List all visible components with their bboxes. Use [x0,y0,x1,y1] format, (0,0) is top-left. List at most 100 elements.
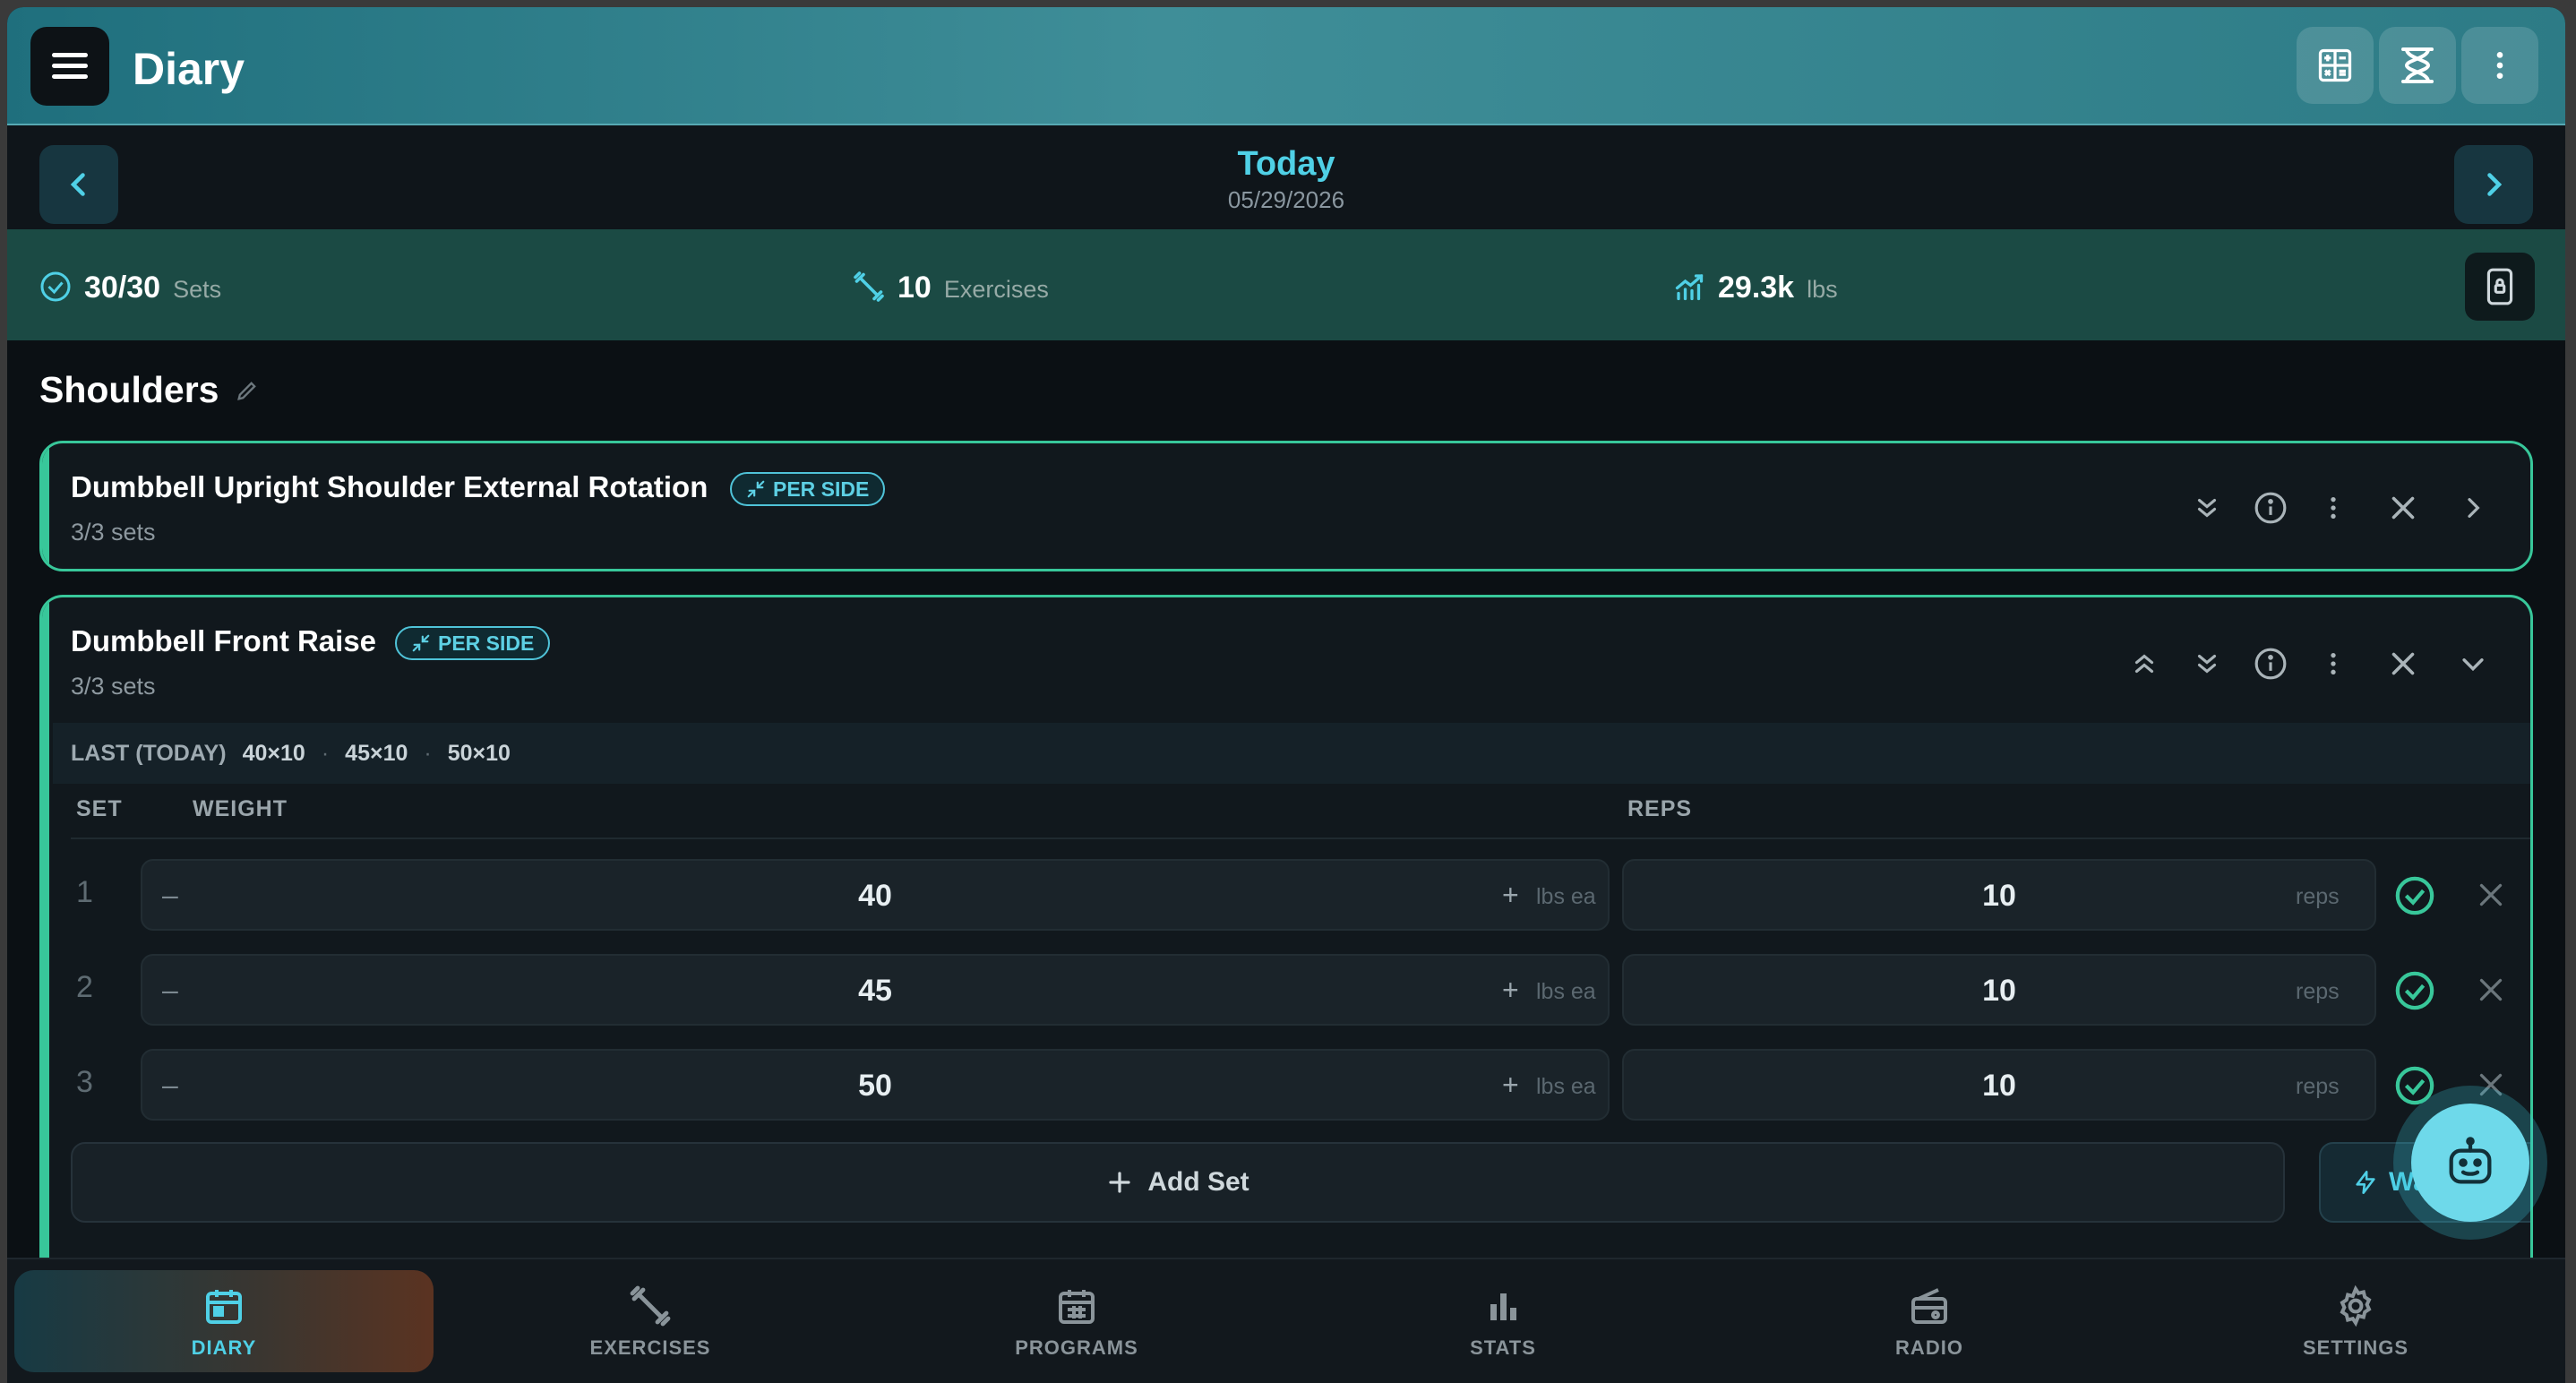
reps-unit: reps [2296,1074,2340,1099]
last-label: LAST (TODAY) [71,740,227,766]
reps-field[interactable]: 10 reps [1622,859,2376,931]
badge-label: PER SIDE [773,477,870,501]
calendar-icon [206,1290,242,1324]
last-value: 50×10 [447,740,511,766]
set-number: 3 [76,1065,93,1099]
move-down-button[interactable] [2187,488,2227,528]
reps-field[interactable]: 10 reps [1622,954,2376,1026]
reps-value[interactable]: 10 [1624,974,2374,1009]
assistant-fab[interactable] [2393,1086,2547,1240]
exercises-stat: 10 Exercises [853,265,1049,305]
reps-unit: reps [2296,979,2340,1004]
exercise-sets-count: 3/3 sets [71,673,156,700]
info-button[interactable] [2251,644,2290,683]
sets-stat: 30/30 Sets [39,265,221,305]
remove-exercise-button[interactable] [2383,488,2423,528]
weight-field[interactable]: – 40 + lbs ea [141,859,1610,931]
expand-button[interactable] [2453,488,2493,528]
app-title: Diary [133,44,245,94]
separator: · [321,740,330,766]
remove-exercise-button[interactable] [2383,644,2423,683]
pencil-icon[interactable] [235,378,260,403]
nav-settings[interactable]: SETTINGS [2146,1259,2565,1383]
section-header: Shoulders [39,369,260,411]
phone-lock-icon [2486,268,2513,305]
hourglass-icon [2401,47,2434,83]
more-options-button[interactable] [2461,27,2538,104]
check-circle-icon[interactable] [2394,970,2435,1011]
exercise-card[interactable]: Dumbbell Upright Shoulder External Rotat… [39,441,2533,571]
increment-weight-button[interactable]: + [1502,1069,1519,1102]
increment-weight-button[interactable]: + [1502,974,1519,1007]
move-up-button[interactable] [2125,644,2164,683]
next-day-button[interactable] [2454,145,2533,224]
weight-field[interactable]: – 50 + lbs ea [141,1049,1610,1121]
exercise-menu-button[interactable] [2314,644,2353,683]
set-column-header: SET [76,796,123,821]
volume-value: 29.3k [1718,271,1795,305]
move-down-button[interactable] [2187,644,2227,683]
reps-column-header: REPS [1627,796,1693,821]
weight-value[interactable]: 40 [142,879,1608,914]
sets-value: 30/30 [84,271,161,305]
nav-label: SETTINGS [2302,1336,2409,1359]
weight-field[interactable]: – 45 + lbs ea [141,954,1610,1026]
set-row: 3 – 50 + lbs ea 10 reps [53,1049,2530,1121]
date-navigation: Today 05/29/2026 [7,125,2565,229]
reps-field[interactable]: 10 reps [1622,1049,2376,1121]
check-circle-icon[interactable] [2394,875,2435,916]
reps-value[interactable]: 10 [1624,879,2374,914]
nav-label: PROGRAMS [1015,1336,1138,1359]
gear-icon [2340,1284,2372,1327]
dumbbell-icon [854,271,884,302]
date-subtitle: 05/29/2026 [1227,186,1345,213]
weight-value[interactable]: 50 [142,1069,1608,1104]
exercise-name: Dumbbell Upright Shoulder External Rotat… [71,470,708,503]
weight-column-header: WEIGHT [193,796,288,821]
close-icon[interactable] [2475,879,2507,911]
info-icon [2254,648,2287,680]
sets-label: Sets [173,276,222,303]
trending-up-icon [1675,274,1704,301]
nav-programs[interactable]: PROGRAMS [867,1259,1286,1383]
timer-button[interactable] [2379,27,2456,104]
collapse-button[interactable] [2453,644,2493,683]
menu-button[interactable] [30,27,109,106]
increment-weight-button[interactable]: + [1502,879,1519,912]
nav-label: STATS [1470,1336,1536,1359]
nav-exercises[interactable]: EXERCISES [441,1259,860,1383]
calculator-button[interactable] [2297,27,2374,104]
info-icon [2254,492,2287,524]
weight-unit: lbs ea [1536,1074,1596,1099]
info-button[interactable] [2251,488,2290,528]
per-side-badge: PER SIDE [395,626,551,660]
lightning-icon [2356,1171,2375,1194]
set-row: 1 – 40 + lbs ea 10 reps [53,859,2530,931]
arrows-in-icon [412,634,430,652]
close-icon[interactable] [2475,974,2507,1006]
nav-radio[interactable]: RADIO [1720,1259,2139,1383]
volume-stat: 29.3k lbs [1673,265,1838,305]
exercise-card-expanded[interactable]: Dumbbell Front Raise PER SIDE 3/3 sets L… [39,595,2533,1276]
date-title[interactable]: Today [7,145,2565,184]
chevron-down-icon [2462,658,2484,672]
divider [71,838,2530,839]
per-side-badge: PER SIDE [730,472,886,506]
add-set-button[interactable]: Add Set [71,1142,2285,1223]
close-icon [2391,652,2415,675]
reps-value[interactable]: 10 [1624,1069,2374,1104]
calculator-icon [2318,48,2352,82]
more-vertical-icon [2331,497,2336,519]
device-lock-button[interactable] [2465,253,2535,321]
nav-stats[interactable]: STATS [1293,1259,1713,1383]
dumbbell-icon [630,1285,671,1327]
check-circle-icon [40,271,71,302]
weight-value[interactable]: 45 [142,974,1608,1009]
volume-label: lbs [1807,276,1838,303]
badge-label: PER SIDE [438,631,535,655]
exercise-menu-button[interactable] [2314,488,2353,528]
exercise-sets-count: 3/3 sets [71,519,156,545]
nav-label: EXERCISES [589,1336,711,1359]
nav-diary[interactable]: DIARY [14,1259,434,1383]
more-vertical-icon [2331,653,2336,674]
